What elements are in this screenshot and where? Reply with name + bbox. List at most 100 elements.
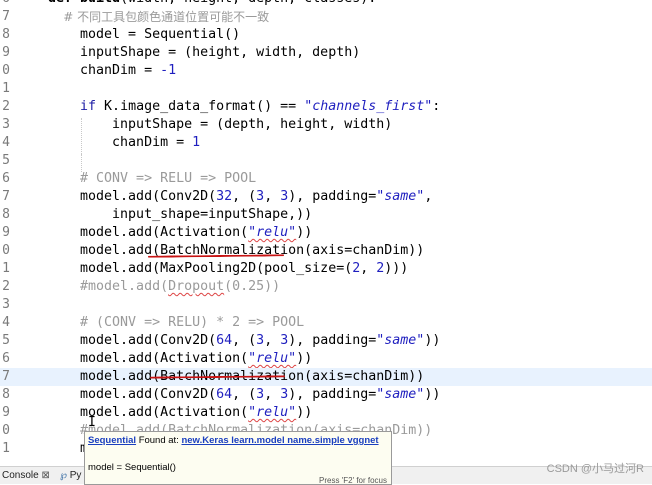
line-number: 8 (2, 387, 10, 402)
code-token: inputShape = (depth, height, width) (48, 117, 393, 132)
code-token: model.add(MaxPooling2D(pool_size=( (48, 261, 353, 276)
line-number: 1 (2, 261, 10, 276)
code-token: "same" (376, 189, 425, 204)
close-icon[interactable]: ⊠ (41, 470, 49, 481)
code-token: 64 (216, 333, 233, 348)
code-editor[interactable]: 6 def build(width, height, depth, classes… (0, 0, 652, 466)
line-number: 4 (2, 135, 10, 150)
line-number: 5 (2, 333, 10, 348)
code-line[interactable]: 2 #model.add(Dropout(0.25)) (0, 278, 652, 296)
code-text: inputShape = (height, width, depth) (48, 44, 360, 62)
code-line[interactable]: 8 model.add(Conv2D(64, (3, 3), padding="… (0, 386, 652, 404)
code-token: , ( (232, 189, 257, 204)
line-number: 0 (2, 423, 10, 438)
code-token: model = Sequential() (48, 27, 241, 42)
code-text: if K.image_data_format() == "channels_fi… (48, 98, 440, 116)
code-text: model.add(BatchNormalization(axis=chanDi… (48, 242, 424, 260)
code-token: K.image_data_format() == (96, 99, 305, 114)
line-number: 6 (0, 0, 10, 8)
code-line[interactable]: 6 model.add(Activation("relu")) (0, 350, 652, 368)
code-token: 3 (256, 189, 265, 204)
indent-guide (81, 118, 82, 154)
code-token: )) (296, 351, 313, 366)
code-line[interactable]: 8 input_shape=inputShape,)) (0, 206, 652, 224)
watermark: CSDN @小马过河R (546, 463, 644, 475)
autocomplete-popup[interactable]: Sequential Found at: new.Keras learn.mod… (84, 431, 392, 485)
code-token: model.add(Activation( (48, 225, 249, 240)
code-token: )) (424, 387, 441, 402)
code-line[interactable]: 8 model = Sequential() (0, 26, 652, 44)
popup-header: Sequential Found at: new.Keras learn.mod… (88, 435, 379, 446)
code-token: # (CONV => RELU) * 2 => POOL (48, 315, 305, 330)
python-icon: ℘ (60, 470, 67, 481)
code-token: if (80, 99, 97, 114)
code-line[interactable]: 4 chanDim = 1 (0, 134, 652, 152)
code-token: 1 (192, 135, 201, 150)
code-line[interactable]: 3 (0, 296, 652, 314)
line-number: 8 (2, 207, 10, 222)
code-text: inputShape = (depth, height, width) (48, 116, 392, 134)
code-line[interactable]: 6 # CONV => RELU => POOL (0, 170, 652, 188)
popup-kind[interactable]: Sequential (88, 435, 136, 446)
code-token: , (264, 189, 281, 204)
code-line[interactable]: 6 def build(width, height, depth, classes… (0, 0, 652, 8)
line-number: 6 (2, 351, 10, 366)
code-line[interactable]: 9 model.add(Activation("relu")) (0, 224, 652, 242)
code-token: )) (296, 405, 313, 420)
code-line[interactable]: 1 (0, 80, 652, 98)
code-token: (width, height, depth, classes): (120, 0, 376, 6)
code-token: , (264, 387, 281, 402)
line-number: 7 (2, 369, 10, 384)
code-line[interactable]: 0 model.add(BatchNormalization(axis=chan… (0, 242, 652, 260)
code-text: model.add(Activation("relu")) (48, 224, 312, 242)
line-number: 3 (2, 297, 10, 312)
popup-body: model = Sequential() (88, 462, 176, 473)
code-text: model.add(Conv2D(64, (3, 3), padding="sa… (48, 386, 440, 404)
code-token: , (264, 333, 281, 348)
code-line[interactable]: 2 if K.image_data_format() == "channels_… (0, 98, 652, 116)
code-token: model.add(Activation( (48, 405, 249, 420)
code-token: #model.add( (48, 279, 169, 294)
line-number: 6 (2, 171, 10, 186)
code-token: 3 (256, 387, 265, 402)
python-tab[interactable]: ℘ Py (60, 469, 81, 482)
code-line[interactable]: 5 (0, 152, 652, 170)
code-line[interactable]: 9 model.add(Activation("relu")) (0, 404, 652, 422)
code-token: "relu" (248, 225, 297, 240)
code-token: ))) (384, 261, 409, 276)
code-line[interactable]: 1 model.add(MaxPooling2D(pool_size=(2, 2… (0, 260, 652, 278)
code-line[interactable]: 7 # 不同工具包颜色通道位置可能不一致 (0, 8, 652, 26)
indent-guide (81, 154, 82, 172)
code-line[interactable]: 4 # (CONV => RELU) * 2 => POOL (0, 314, 652, 332)
code-token: -1 (160, 63, 177, 78)
python-tab-label: Py (69, 470, 82, 481)
code-line[interactable]: 7 model.add(BatchNormalization(axis=chan… (0, 368, 652, 386)
code-line[interactable]: 7 model.add(Conv2D(32, (3, 3), padding="… (0, 188, 652, 206)
line-number: 9 (2, 225, 10, 240)
line-number: 3 (2, 117, 10, 132)
code-text: chanDim = 1 (48, 134, 200, 152)
code-token: "relu" (248, 351, 297, 366)
code-token: "same" (376, 387, 425, 402)
code-line[interactable]: 3 inputShape = (depth, height, width) (0, 116, 652, 134)
code-token: 64 (216, 387, 233, 402)
code-token: , ( (232, 387, 257, 402)
code-text: model.add(Activation("relu")) (48, 350, 312, 368)
console-tab[interactable]: Console ⊠ (2, 469, 50, 482)
code-token: "relu" (248, 405, 297, 420)
code-text: model = Sequential() (48, 26, 240, 44)
code-token: model.add(Activation( (48, 351, 249, 366)
popup-found-at-link[interactable]: new.Keras learn.model name.simple vggnet (181, 435, 378, 446)
code-token: , (360, 261, 377, 276)
code-line[interactable]: 9 inputShape = (height, width, depth) (0, 44, 652, 62)
console-tab-label: Console (2, 470, 39, 481)
code-token: chanDim = (48, 135, 193, 150)
line-number: 1 (2, 81, 10, 96)
code-token: model.add(Conv2D( (48, 387, 217, 402)
code-line[interactable]: 0 chanDim = -1 (0, 62, 652, 80)
code-line[interactable]: 5 model.add(Conv2D(64, (3, 3), padding="… (0, 332, 652, 350)
code-token: ), padding= (288, 189, 377, 204)
code-text: model.add(Conv2D(64, (3, 3), padding="sa… (48, 332, 440, 350)
line-number: 9 (2, 45, 10, 60)
